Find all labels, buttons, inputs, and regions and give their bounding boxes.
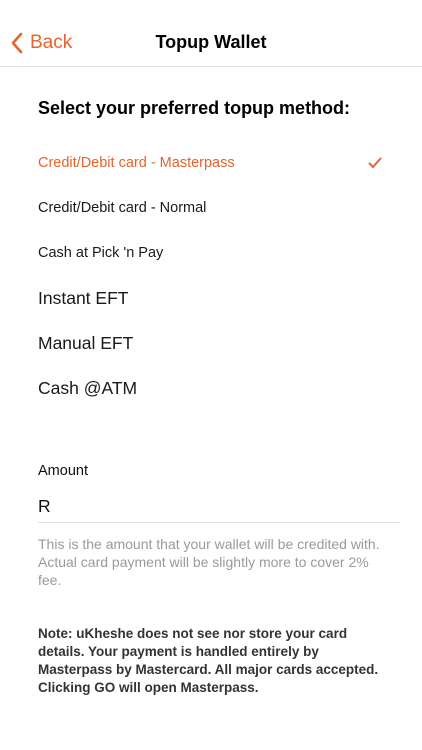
method-label: Manual EFT: [38, 332, 134, 353]
method-masterpass[interactable]: Credit/Debit card - Masterpass: [38, 149, 384, 177]
method-instant-eft[interactable]: Instant EFT: [38, 284, 384, 312]
method-label: Cash at Pick 'n Pay: [38, 245, 164, 261]
section-heading: Select your preferred topup method:: [38, 98, 351, 118]
currency-prefix: R: [38, 495, 51, 516]
amount-field: R: [38, 490, 400, 523]
method-label: Instant EFT: [38, 287, 129, 308]
method-cash-pick-n-pay[interactable]: Cash at Pick 'n Pay: [38, 239, 384, 267]
method-cash-atm[interactable]: Cash @ATM: [38, 374, 384, 402]
amount-label: Amount: [38, 463, 88, 479]
navigation-bar: Back Topup Wallet: [0, 0, 422, 67]
amount-input[interactable]: [56, 496, 400, 516]
method-manual-eft[interactable]: Manual EFT: [38, 329, 384, 357]
note-go-text: Clicking GO will open Masterpass.: [38, 680, 259, 695]
method-label: Credit/Debit card - Masterpass: [38, 155, 235, 171]
page-title: Topup Wallet: [155, 32, 267, 52]
note-text: Note: uKheshe does not see nor store you…: [38, 626, 379, 677]
masterpass-note: Note: uKheshe does not see nor store you…: [38, 625, 383, 697]
amount-hint: This is the amount that your wallet will…: [38, 536, 380, 588]
method-label: Credit/Debit card - Normal: [38, 200, 207, 216]
method-label: Cash @ATM: [38, 377, 138, 398]
method-card-normal[interactable]: Credit/Debit card - Normal: [38, 194, 384, 222]
checkmark-icon: [368, 157, 382, 168]
